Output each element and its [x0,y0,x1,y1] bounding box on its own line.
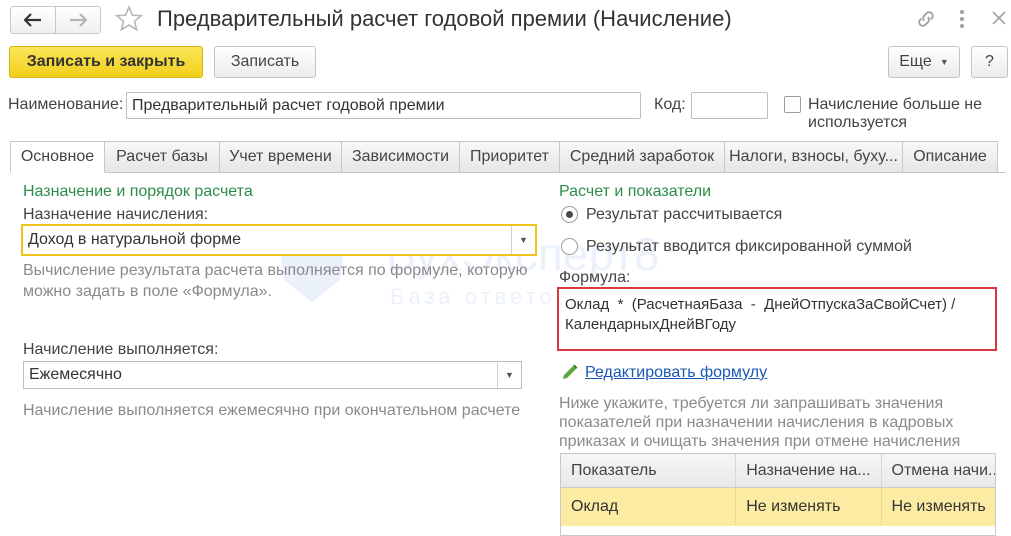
purpose-select[interactable]: Доход в натуральной форме ▼ [21,224,537,256]
code-input[interactable] [691,92,768,119]
unused-label-line2: используется [808,114,907,131]
table-header: Показатель Назначение на... Отмена начи.… [561,454,995,488]
purpose-hint-line1: Вычисление результата расчета выполняетс… [23,262,528,279]
pencil-icon [561,363,579,385]
table-cell[interactable]: Не изменять [882,488,995,526]
chevron-down-icon[interactable]: ▼ [497,362,521,388]
indicators-hint-line1: Ниже укажите, требуется ли запрашивать з… [559,395,944,412]
purpose-hint: Вычисление результата расчета выполняетс… [23,260,528,302]
tab-priority[interactable]: Приоритет [460,141,560,173]
forward-button[interactable] [55,7,100,33]
radio-result-calculated-label: Результат рассчитывается [586,206,783,223]
indicators-table: Показатель Назначение на... Отмена начи.… [560,453,996,536]
unused-checkbox[interactable] [784,96,801,113]
tab-taxes[interactable]: Налоги, взносы, буху... [725,141,903,173]
code-label: Код: [654,96,686,113]
close-icon[interactable] [992,11,1006,29]
table-cell[interactable]: Оклад [561,488,737,526]
more-button[interactable]: Еще ▼ [888,46,960,78]
unused-label: Начисление больше не используется [808,96,982,132]
chevron-down-icon: ▼ [939,57,949,67]
navigation-buttons [10,6,101,34]
purpose-hint-line2: можно задать в поле «Формула». [23,283,272,300]
arrow-right-icon [70,13,87,27]
edit-formula-link[interactable]: Редактировать формулу [585,364,767,382]
indicators-hint-line2: показателей при назначении начисления в … [559,414,954,431]
name-input[interactable]: Предварительный расчет годовой премии [126,92,641,119]
purpose-label: Назначение начисления: [23,206,209,223]
link-icon[interactable] [915,8,937,34]
favorite-star-icon[interactable] [114,4,144,38]
column-header-assignment[interactable]: Назначение на... [736,454,882,487]
tab-dependencies[interactable]: Зависимости [342,141,460,173]
save-and-close-button[interactable]: Записать и закрыть [9,46,203,78]
column-header-cancellation[interactable]: Отмена начи... [882,454,995,487]
period-label: Начисление выполняется: [23,341,219,358]
tab-base-calculation[interactable]: Расчет базы [105,141,220,173]
period-hint: Начисление выполняется ежемесячно при ок… [23,402,521,419]
purpose-section-title: Назначение и порядок расчета [23,183,253,200]
more-vertical-icon[interactable] [958,9,966,33]
tab-description[interactable]: Описание [903,141,998,173]
tab-time-accounting[interactable]: Учет времени [220,141,342,173]
purpose-select-value: Доход в натуральной форме [28,231,241,248]
radio-result-fixed[interactable] [561,238,578,255]
radio-result-calculated[interactable] [561,206,578,223]
calculation-section-title: Расчет и показатели [559,183,712,200]
table-cell[interactable]: Не изменять [736,488,882,526]
radio-selected-dot [566,211,573,218]
period-select-value: Ежемесячно [29,366,122,383]
window-title: Предварительный расчет годовой премии (Н… [157,6,732,31]
tab-bar: Основное Расчет базы Учет времени Зависи… [10,141,1006,173]
help-button[interactable]: ? [971,46,1008,78]
column-header-indicator[interactable]: Показатель [561,454,737,487]
chevron-down-icon[interactable]: ▼ [511,226,535,254]
tab-main[interactable]: Основное [10,141,105,173]
arrow-left-icon [24,13,41,27]
table-row[interactable]: Оклад Не изменять Не изменять [561,488,995,526]
more-button-label: Еще [899,53,932,70]
formula-line2: КалендарныхДнейВГоду [565,316,737,333]
radio-result-fixed-label: Результат вводится фиксированной суммой [586,238,912,255]
unused-label-line1: Начисление больше не [808,96,983,113]
name-label: Наименование: [8,96,124,113]
formula-line1: Оклад * (РасчетнаяБаза - ДнейОтпускаЗаСв… [565,296,956,313]
back-button[interactable] [11,7,55,33]
formula-label: Формула: [559,269,631,286]
formula-field[interactable]: Оклад * (РасчетнаяБаза - ДнейОтпускаЗаСв… [557,287,997,351]
period-select[interactable]: Ежемесячно ▼ [23,361,522,389]
indicators-hint: Ниже укажите, требуется ли запрашивать з… [559,394,960,451]
save-button[interactable]: Записать [214,46,316,78]
tab-average-earnings[interactable]: Средний заработок [560,141,725,173]
indicators-hint-line3: приказах и очищать значения при отмене н… [559,433,961,450]
